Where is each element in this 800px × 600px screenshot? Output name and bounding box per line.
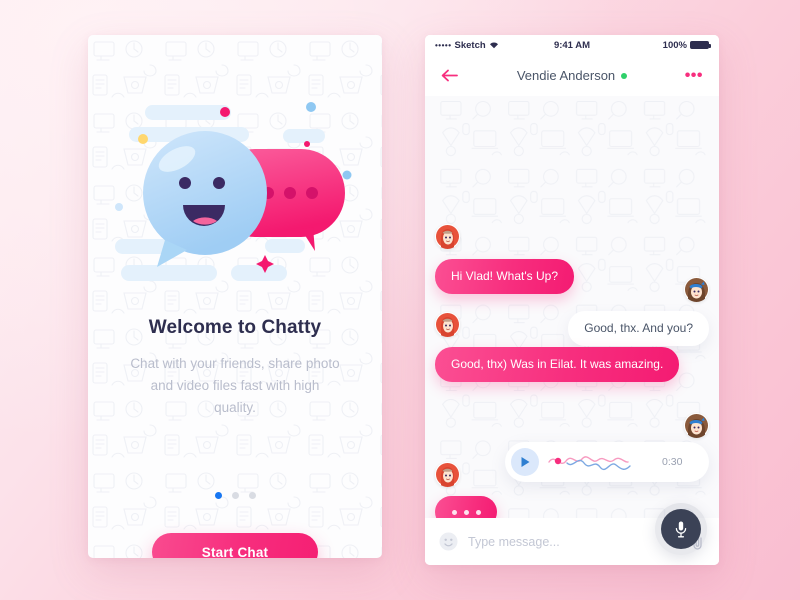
emoji-smiley-icon[interactable] [439,532,458,551]
phone-onboarding: Welcome to Chatty Chat with your friends… [88,35,382,558]
audio-waveform [548,456,631,471]
status-bar: ••••• Sketch 9:41 AM 100% [425,35,719,55]
chat-screen: ••••• Sketch 9:41 AM 100% Vendie Anderso… [425,35,719,565]
back-arrow-icon [441,69,458,82]
more-options-button[interactable]: ••• [677,67,703,83]
wifi-icon [489,42,498,49]
messages-area[interactable]: Hi Vlad! What's Up? Good, thx. And you? [425,96,719,528]
contact-name: Vendie Anderson [516,68,616,83]
back-button[interactable] [441,69,467,82]
onboarding-subtitle: Chat with your friends, share photo and … [130,356,340,415]
battery-full-icon [689,40,711,50]
message-bubble-me[interactable]: Good, thx. And you? [568,311,709,346]
mic-button-inner [661,509,701,549]
voice-message-bubble[interactable]: 0:30 [505,442,709,482]
pagination-dot-3[interactable] [248,492,256,499]
phone-chat: ••••• Sketch 9:41 AM 100% Vendie Anderso… [425,35,719,565]
avatar-vendie[interactable] [435,312,460,337]
voice-record-button[interactable] [655,503,707,555]
play-icon [521,457,529,467]
pagination-dot-2[interactable] [231,492,239,499]
pagination-dots [88,492,382,499]
chat-header: Vendie Anderson ••• [425,55,719,96]
start-chat-button[interactable]: Start Chat [152,533,318,558]
avatar-vendie[interactable] [435,224,460,249]
typing-dot [463,509,469,515]
message-bubble-them[interactable]: Good, thx) Was in Eilat. It was amazing. [435,347,680,382]
status-bar-time: 9:41 AM [553,39,591,51]
voice-duration: 0:30 [662,456,683,468]
carrier-label: Sketch [454,39,486,51]
onboarding-screen: Welcome to Chatty Chat with your friends… [88,35,382,558]
typing-dot [451,509,457,515]
message-bubble-them[interactable]: Hi Vlad! What's Up? [435,259,574,294]
play-button[interactable] [511,448,539,476]
message-input[interactable] [468,534,685,549]
signal-dots-icon: ••••• [435,40,452,50]
avatar-vlad[interactable] [684,277,709,302]
pagination-dot-1[interactable] [214,492,222,499]
avatar-vendie[interactable] [435,462,460,487]
typing-dot [475,509,481,515]
online-status-dot [621,72,628,79]
page-title: Welcome to Chatty [148,317,322,338]
status-bar-right: 100% [619,39,711,51]
microphone-icon [675,521,687,537]
onboarding-illustration [88,87,382,317]
avatar-vlad[interactable] [684,413,709,438]
battery-percent-label: 100% [662,39,687,51]
status-bar-left: ••••• Sketch [435,40,525,51]
chat-title-wrap[interactable]: Vendie Anderson [467,68,677,83]
